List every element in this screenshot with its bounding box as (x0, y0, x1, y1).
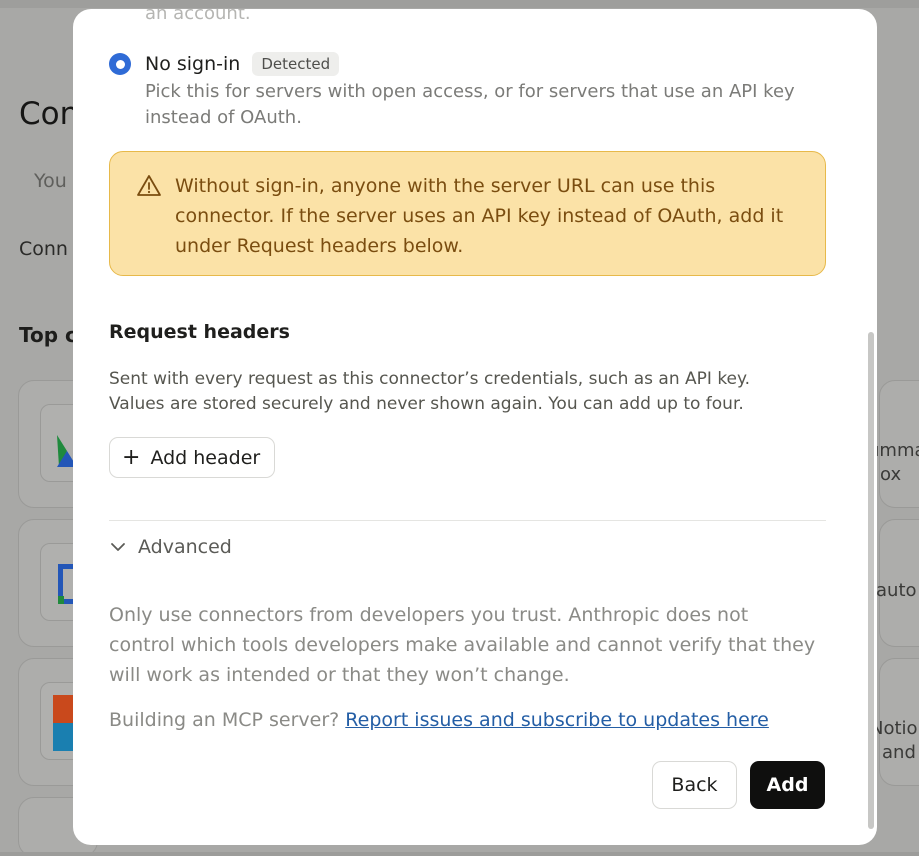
background-section-title: Top c (19, 323, 77, 347)
background-tab: You (34, 170, 67, 192)
building-prefix: Building an MCP server? (109, 709, 346, 731)
no-sign-in-option[interactable]: No sign-in Detected (109, 52, 340, 76)
plus-icon: + (122, 444, 141, 470)
scrollbar[interactable] (868, 332, 874, 829)
background-card-text: auto (876, 580, 917, 601)
advanced-toggle[interactable]: Advanced (109, 536, 232, 558)
warning-icon (137, 175, 161, 196)
warning-callout: Without sign-in, anyone with the server … (109, 151, 826, 276)
previous-option-description: an account. (145, 9, 251, 24)
warning-text: Without sign-in, anyone with the server … (175, 175, 784, 257)
no-sign-in-description: Pick this for servers with open access, … (145, 81, 795, 128)
request-headers-title: Request headers (109, 321, 290, 343)
report-issues-link[interactable]: Report issues and subscribe to updates h… (345, 709, 769, 731)
background-card-text: Notio (870, 718, 918, 739)
background-card-text: and (882, 742, 916, 763)
back-button[interactable]: Back (652, 761, 737, 809)
divider (109, 520, 826, 521)
background-subtitle: Conn (19, 238, 68, 260)
trust-disclaimer: Only use connectors from developers you … (109, 604, 816, 686)
radio-selected-icon[interactable] (109, 53, 131, 75)
advanced-label: Advanced (138, 536, 232, 558)
background-page-title: Con (19, 96, 80, 132)
add-header-button[interactable]: + Add header (109, 437, 276, 478)
add-button[interactable]: Add (750, 761, 825, 809)
building-mcp-note: Building an MCP server? Report issues an… (109, 709, 769, 731)
request-headers-description: Sent with every request as this connecto… (109, 369, 751, 414)
add-header-label: Add header (150, 446, 261, 469)
background-card-text: ox (880, 464, 902, 485)
background-top-bar (0, 0, 919, 8)
chevron-down-icon (111, 543, 125, 551)
no-sign-in-label: No sign-in (145, 53, 241, 75)
detected-badge: Detected (252, 52, 340, 76)
add-connector-dialog: an account. No sign-in Detected Pick thi… (73, 9, 877, 845)
background-bottom-bar (0, 852, 919, 856)
